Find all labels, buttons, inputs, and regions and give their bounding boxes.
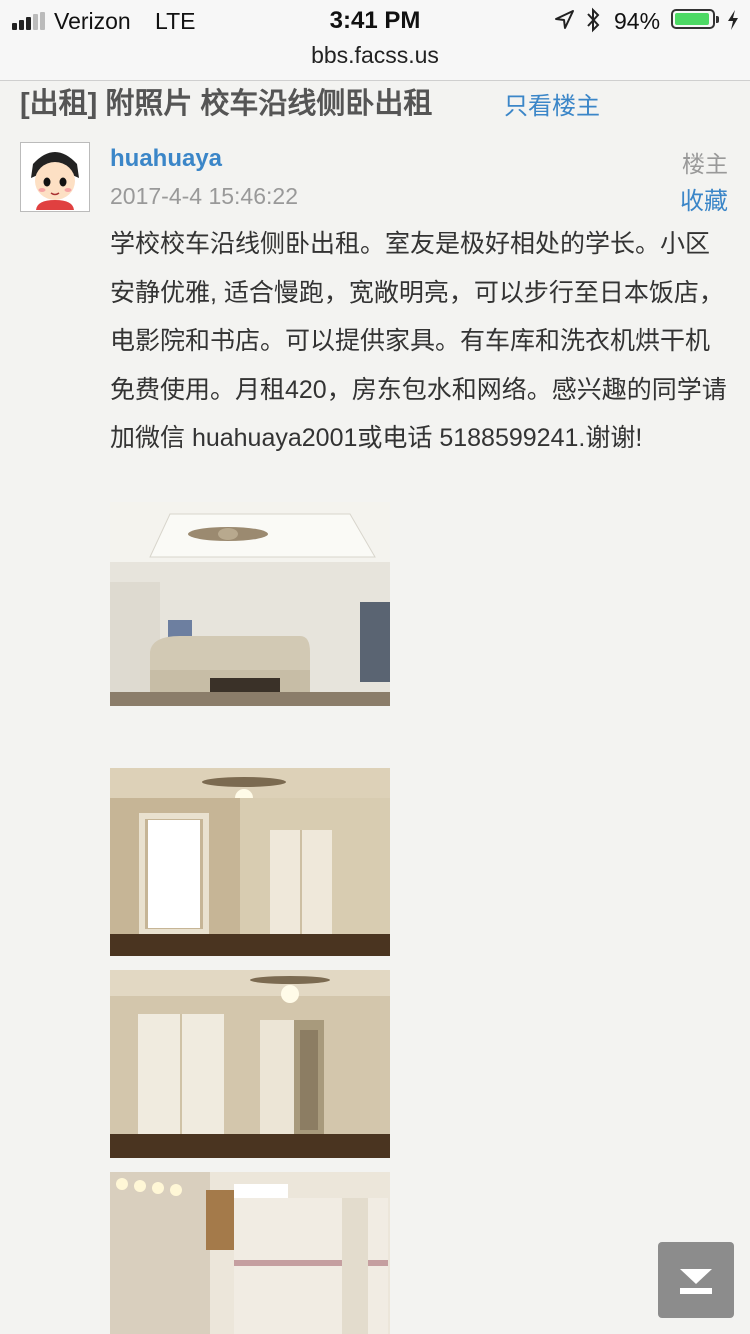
scroll-down-icon: [680, 1269, 712, 1294]
url-text[interactable]: bbs.facss.us: [311, 42, 439, 68]
post-timestamp: 2017-4-4 15:46:22: [110, 183, 298, 209]
favorite-link[interactable]: 收藏: [680, 181, 728, 216]
battery-percent: 94%: [614, 8, 661, 34]
avatar[interactable]: [20, 142, 90, 212]
living-room-photo[interactable]: [110, 502, 390, 706]
only-op-link[interactable]: 只看楼主: [504, 86, 600, 121]
bedroom-closet-photo[interactable]: [110, 970, 390, 1158]
location-icon: [553, 9, 575, 36]
address-bar[interactable]: bbs.facss.us: [0, 42, 750, 81]
bathroom-photo[interactable]: [110, 1172, 390, 1334]
author-name[interactable]: huahuaya: [110, 145, 222, 173]
op-badge: 楼主: [682, 151, 728, 177]
charging-icon: [726, 9, 740, 36]
post-body: 学校校车沿线侧卧出租。室友是极好相处的学长。小区安静优雅, 适合慢跑，宽敞明亮，…: [110, 230, 727, 452]
thread-title: [出租] 附照片 校车沿线侧卧出租: [20, 88, 433, 120]
bedroom-window-photo[interactable]: [110, 768, 390, 956]
scroll-to-bottom-button[interactable]: [658, 1242, 734, 1318]
status-bar: Verizon LTE 3:41 PM 94%: [0, 0, 750, 42]
battery-icon: [671, 9, 719, 29]
bluetooth-icon: [585, 7, 601, 38]
